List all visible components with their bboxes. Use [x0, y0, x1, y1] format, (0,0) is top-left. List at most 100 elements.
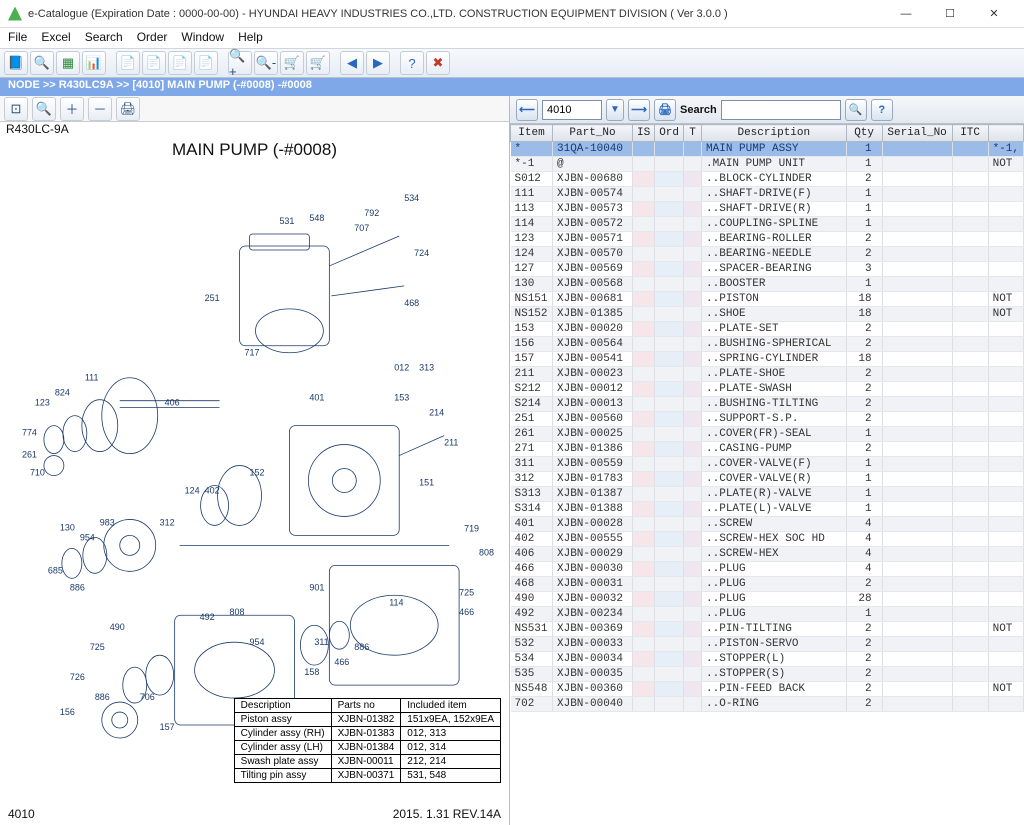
doc4-icon[interactable]: 📄	[194, 51, 218, 75]
menu-help[interactable]: Help	[238, 30, 263, 46]
col-Item[interactable]: Item	[511, 125, 553, 142]
menu-search[interactable]: Search	[85, 30, 123, 46]
table-row[interactable]: 535XJBN-00035..STOPPER(S)2	[511, 667, 1024, 682]
cart-icon[interactable]: 🛒	[306, 51, 330, 75]
zoom-region-icon[interactable]: 🔍	[32, 97, 56, 121]
menu-file[interactable]: File	[8, 30, 27, 46]
table-row[interactable]: NS151XJBN-00681..PISTON18NOT	[511, 292, 1024, 307]
table-row[interactable]: *31QA-10040MAIN PUMP ASSY1*-1,	[511, 142, 1024, 157]
col-Description[interactable]: Description	[702, 125, 847, 142]
svg-text:726: 726	[70, 672, 85, 682]
table-row[interactable]: 127XJBN-00569..SPACER-BEARING3	[511, 262, 1024, 277]
menu-excel[interactable]: Excel	[41, 30, 70, 46]
prev-figure-button[interactable]: ⟵	[516, 99, 538, 121]
zoom-out2-icon[interactable]: －	[88, 97, 112, 121]
doc3-icon[interactable]: 📄	[168, 51, 192, 75]
close-button[interactable]: ✕	[972, 0, 1016, 28]
col-extra[interactable]	[988, 125, 1023, 142]
table-row[interactable]: 311XJBN-00559..COVER-VALVE(F)1	[511, 457, 1024, 472]
col-Part_No[interactable]: Part_No	[553, 125, 633, 142]
svg-text:466: 466	[459, 607, 474, 617]
table-row[interactable]: 532XJBN-00033..PISTON-SERVO2	[511, 637, 1024, 652]
book-icon[interactable]: 📘	[4, 51, 28, 75]
search-button[interactable]: 🔍	[845, 99, 867, 121]
table-row[interactable]: 468XJBN-00031..PLUG2	[511, 577, 1024, 592]
exit-icon[interactable]: ✖	[426, 51, 450, 75]
figure-input[interactable]	[542, 100, 602, 120]
col-T[interactable]: T	[684, 125, 702, 142]
svg-text:012: 012	[394, 363, 409, 373]
table-row[interactable]: 157XJBN-00541..SPRING-CYLINDER18	[511, 352, 1024, 367]
table-row[interactable]: 534XJBN-00034..STOPPER(L)2	[511, 652, 1024, 667]
binoculars-icon[interactable]: 🔍	[30, 51, 54, 75]
back-icon[interactable]: ◀	[340, 51, 364, 75]
table-row[interactable]: 261XJBN-00025..COVER(FR)-SEAL1	[511, 427, 1024, 442]
table-row[interactable]: 702XJBN-00040..O-RING2	[511, 697, 1024, 712]
col-Qty[interactable]: Qty	[846, 125, 882, 142]
table-row[interactable]: 124XJBN-00570..BEARING-NEEDLE2	[511, 247, 1024, 262]
col-Ord[interactable]: Ord	[655, 125, 684, 142]
col-ITC[interactable]: ITC	[952, 125, 988, 142]
print-icon[interactable]: 🖨	[116, 97, 140, 121]
table-row[interactable]: 130XJBN-00568..BOOSTER1	[511, 277, 1024, 292]
table-row[interactable]: 466XJBN-00030..PLUG4	[511, 562, 1024, 577]
table-row[interactable]: NS152XJBN-01385..SHOE18NOT	[511, 307, 1024, 322]
table-row[interactable]: 111XJBN-00574..SHAFT-DRIVE(F)1	[511, 187, 1024, 202]
menu-order[interactable]: Order	[137, 30, 168, 46]
svg-text:886: 886	[354, 642, 369, 652]
svg-text:534: 534	[404, 193, 419, 203]
cart-add-icon[interactable]: 🛒	[280, 51, 304, 75]
table-row[interactable]: 490XJBN-00032..PLUG28	[511, 592, 1024, 607]
table-row[interactable]: 156XJBN-00564..BUSHING-SPHERICAL2	[511, 337, 1024, 352]
zoom-out-icon[interactable]: 🔍-	[254, 51, 278, 75]
maximize-button[interactable]: ☐	[928, 0, 972, 28]
table-row[interactable]: 401XJBN-00028..SCREW4	[511, 517, 1024, 532]
help-icon[interactable]: ?	[400, 51, 424, 75]
drawing-canvas[interactable]: 5345485317927077244682517171118241237742…	[0, 164, 509, 807]
table-row[interactable]: NS531XJBN-00369..PIN-TILTING2NOT	[511, 622, 1024, 637]
figure-dropdown-button[interactable]: ▼	[606, 99, 624, 121]
svg-text:151: 151	[419, 478, 434, 488]
col-Serial_No[interactable]: Serial_No	[882, 125, 952, 142]
table-row[interactable]: 312XJBN-01783..COVER-VALVE(R)1	[511, 472, 1024, 487]
table-row[interactable]: 406XJBN-00029..SCREW-HEX4	[511, 547, 1024, 562]
svg-text:311: 311	[314, 637, 328, 647]
minimize-button[interactable]: —	[884, 0, 928, 28]
parts-help-icon[interactable]: ?	[871, 99, 893, 121]
doc2-icon[interactable]: 📄	[142, 51, 166, 75]
table-row[interactable]: 113XJBN-00573..SHAFT-DRIVE(R)1	[511, 202, 1024, 217]
table-row[interactable]: S212XJBN-00012..PLATE-SWASH2	[511, 382, 1024, 397]
excel-icon[interactable]: 📊	[82, 51, 106, 75]
col-IS[interactable]: IS	[633, 125, 655, 142]
table-row[interactable]: 123XJBN-00571..BEARING-ROLLER2	[511, 232, 1024, 247]
table-row[interactable]: 402XJBN-00555..SCREW-HEX SOC HD4	[511, 532, 1024, 547]
doc1-icon[interactable]: 📄	[116, 51, 140, 75]
table-row[interactable]: S313XJBN-01387..PLATE(R)-VALVE1	[511, 487, 1024, 502]
table-row[interactable]: 251XJBN-00560..SUPPORT-S.P.2	[511, 412, 1024, 427]
table-row[interactable]: NS548XJBN-00360..PIN-FEED BACK2NOT	[511, 682, 1024, 697]
menu-window[interactable]: Window	[181, 30, 224, 46]
next-figure-button[interactable]: ⟶	[628, 99, 650, 121]
table-row[interactable]: 211XJBN-00023..PLATE-SHOE2	[511, 367, 1024, 382]
table-row[interactable]: S012XJBN-00680..BLOCK-CYLINDER2	[511, 172, 1024, 187]
table-row[interactable]: 114XJBN-00572..COUPLING-SPLINE1	[511, 217, 1024, 232]
grid-icon[interactable]: ▦	[56, 51, 80, 75]
titlebar: e-Catalogue (Expiration Date : 0000-00-0…	[0, 0, 1024, 28]
zoom-in-icon[interactable]: 🔍+	[228, 51, 252, 75]
table-row[interactable]: 271XJBN-01386..CASING-PUMP2	[511, 442, 1024, 457]
svg-text:157: 157	[160, 722, 175, 732]
zoom-fit-icon[interactable]: ⊡	[4, 97, 28, 121]
svg-text:725: 725	[459, 587, 474, 597]
table-row[interactable]: 492XJBN-00234..PLUG1	[511, 607, 1024, 622]
table-row[interactable]: 153XJBN-00020..PLATE-SET2	[511, 322, 1024, 337]
table-row[interactable]: S314XJBN-01388..PLATE(L)-VALVE1	[511, 502, 1024, 517]
table-row[interactable]: *-1@.MAIN PUMP UNIT1NOT	[511, 157, 1024, 172]
print-parts-icon[interactable]: 🖨	[654, 99, 676, 121]
parts-table-container[interactable]: ItemPart_NoISOrdTDescriptionQtySerial_No…	[510, 124, 1024, 825]
zoom-in2-icon[interactable]: ＋	[60, 97, 84, 121]
parts-pane: ⟵ ▼ ⟶ 🖨 Search 🔍 ? ItemPart_NoISOrdTDesc…	[510, 96, 1024, 825]
forward-icon[interactable]: ▶	[366, 51, 390, 75]
table-row[interactable]: S214XJBN-00013..BUSHING-TILTING2	[511, 397, 1024, 412]
search-label: Search	[680, 104, 717, 116]
search-input[interactable]	[721, 100, 841, 120]
